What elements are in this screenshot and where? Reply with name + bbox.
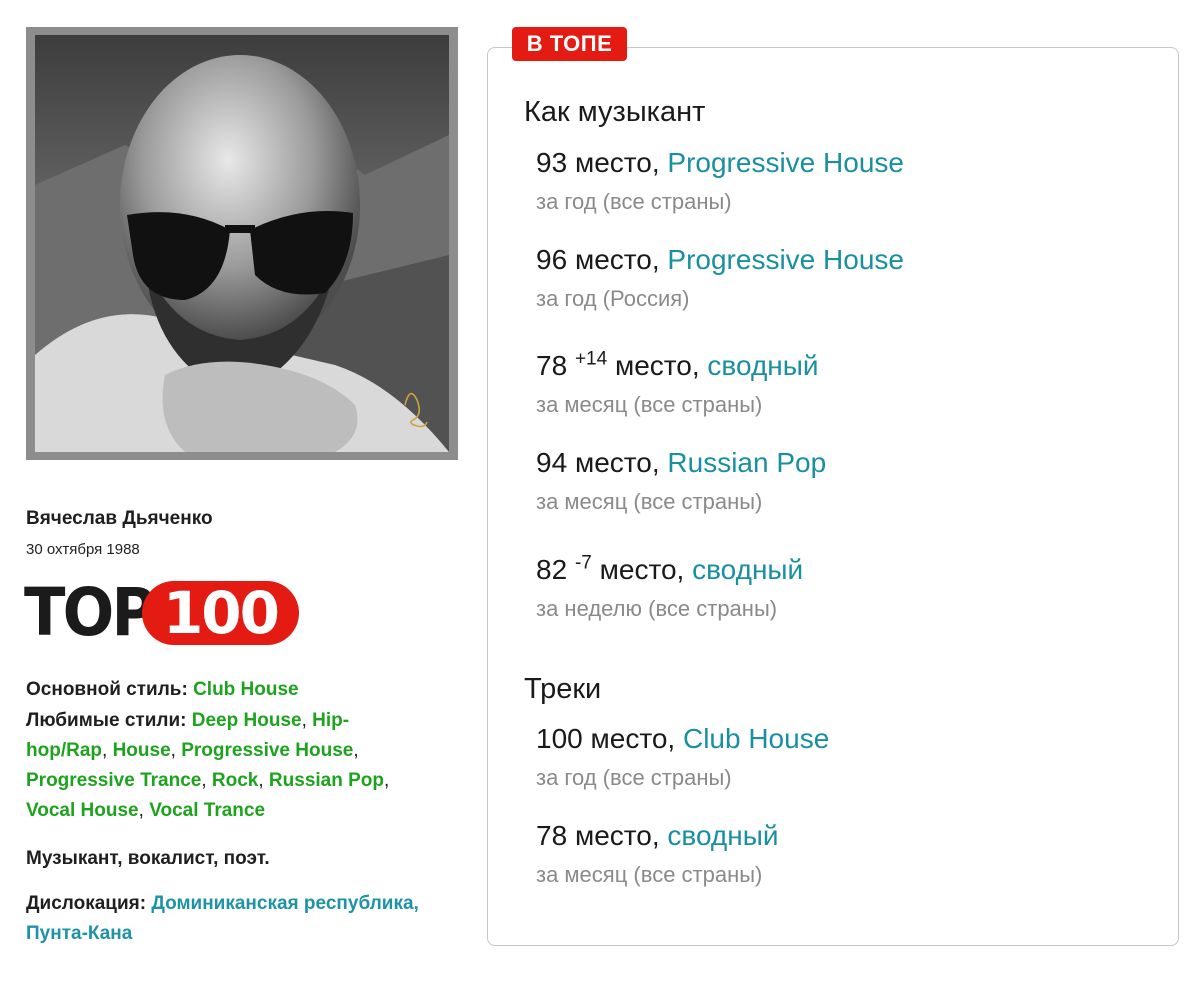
top100-logo-number: 100 <box>162 579 280 647</box>
rank-number: 93 <box>536 147 568 178</box>
ranking-genre-link[interactable]: Progressive House <box>667 244 904 275</box>
style-link-deep-house[interactable]: Deep House <box>192 710 302 731</box>
top100-logo[interactable]: TOP 100 <box>24 574 299 651</box>
ranking-genre-link[interactable]: Russian Pop <box>667 447 826 478</box>
ranking-period: за месяц (все страны) <box>536 392 763 417</box>
ranking-genre-link[interactable]: сводный <box>692 554 803 585</box>
ranking-period: за год (Россия) <box>536 286 690 311</box>
rank-number: 82 <box>536 554 568 585</box>
rank-change: -7 <box>574 552 592 574</box>
ranking-period: за месяц (все страны) <box>536 489 763 514</box>
artist-photo-frame <box>26 27 458 460</box>
main-style-link[interactable]: Club House <box>193 679 299 700</box>
ranking-entry: 78 +14 место, сводный за месяц (все стра… <box>536 350 819 418</box>
ranking-period: за неделю (все страны) <box>536 596 778 621</box>
ranking-entry: 78 место, сводный за месяц (все страны) <box>536 820 779 888</box>
rank-number: 96 <box>536 244 568 275</box>
ranking-genre-link[interactable]: Club House <box>683 723 829 754</box>
ranking-period: за год (все страны) <box>536 189 732 214</box>
favorite-styles: Любимые стили: Deep House, Hip-hop/Rap, … <box>26 710 390 821</box>
ranking-entry: 82 -7 место, сводный за неделю (все стра… <box>536 554 803 622</box>
ranking-genre-link[interactable]: сводный <box>707 350 818 381</box>
ranking-period: за год (все страны) <box>536 765 732 790</box>
rank-change: +14 <box>574 348 608 370</box>
main-style-label: Основной стиль: <box>26 679 188 700</box>
section-title-musician: Как музыкант <box>524 96 706 128</box>
artist-name: Вячеслав Дьяченко <box>26 508 213 529</box>
top100-logo-top: TOP <box>24 574 156 651</box>
ranking-genre-link[interactable]: Progressive House <box>667 147 904 178</box>
section-title-tracks: Треки <box>524 673 602 705</box>
rank-number: 78 <box>536 350 568 381</box>
rank-number: 100 <box>536 723 583 754</box>
style-link-house[interactable]: House <box>113 740 171 761</box>
artist-location: Дислокация: Доминиканская республика, Пу… <box>26 889 426 949</box>
artist-role: Музыкант, вокалист, поэт. <box>26 848 270 869</box>
rank-word: место, <box>574 244 660 275</box>
style-link-russian-pop[interactable]: Russian Pop <box>269 770 384 791</box>
rank-word: место, <box>574 147 660 178</box>
artist-birthdate: 30 охтября 1988 <box>26 541 140 558</box>
top100-logo-pill: 100 <box>142 579 299 647</box>
style-link-rock[interactable]: Rock <box>212 770 258 791</box>
ranking-entry: 100 место, Club House за год (все страны… <box>536 723 829 791</box>
rank-word: место, <box>574 447 660 478</box>
location-label: Дислокация: <box>26 893 147 914</box>
ranking-genre-link[interactable]: сводный <box>667 820 778 851</box>
style-link-progressive-house[interactable]: Progressive House <box>181 740 353 761</box>
rank-word: место, <box>574 820 660 851</box>
in-top-badge: В ТОПЕ <box>512 27 627 61</box>
rank-number: 78 <box>536 820 568 851</box>
ranking-period: за месяц (все страны) <box>536 862 763 887</box>
style-link-progressive-trance[interactable]: Progressive Trance <box>26 770 201 791</box>
favorite-styles-label: Любимые стили: <box>26 710 187 731</box>
style-link-vocal-house[interactable]: Vocal House <box>26 800 139 821</box>
rank-word: место, <box>614 350 700 381</box>
rank-number: 94 <box>536 447 568 478</box>
ranking-entry: 93 место, Progressive House за год (все … <box>536 147 904 215</box>
main-style: Основной стиль: Club House <box>26 675 426 705</box>
rank-word: место, <box>599 554 685 585</box>
artist-photo[interactable] <box>35 35 449 452</box>
style-link-vocal-trance[interactable]: Vocal Trance <box>149 800 265 821</box>
ranking-entry: 96 место, Progressive House за год (Росс… <box>536 244 904 312</box>
ranking-entry: 94 место, Russian Pop за месяц (все стра… <box>536 447 826 515</box>
rank-word: место, <box>590 723 676 754</box>
artist-portrait-image <box>35 35 449 452</box>
